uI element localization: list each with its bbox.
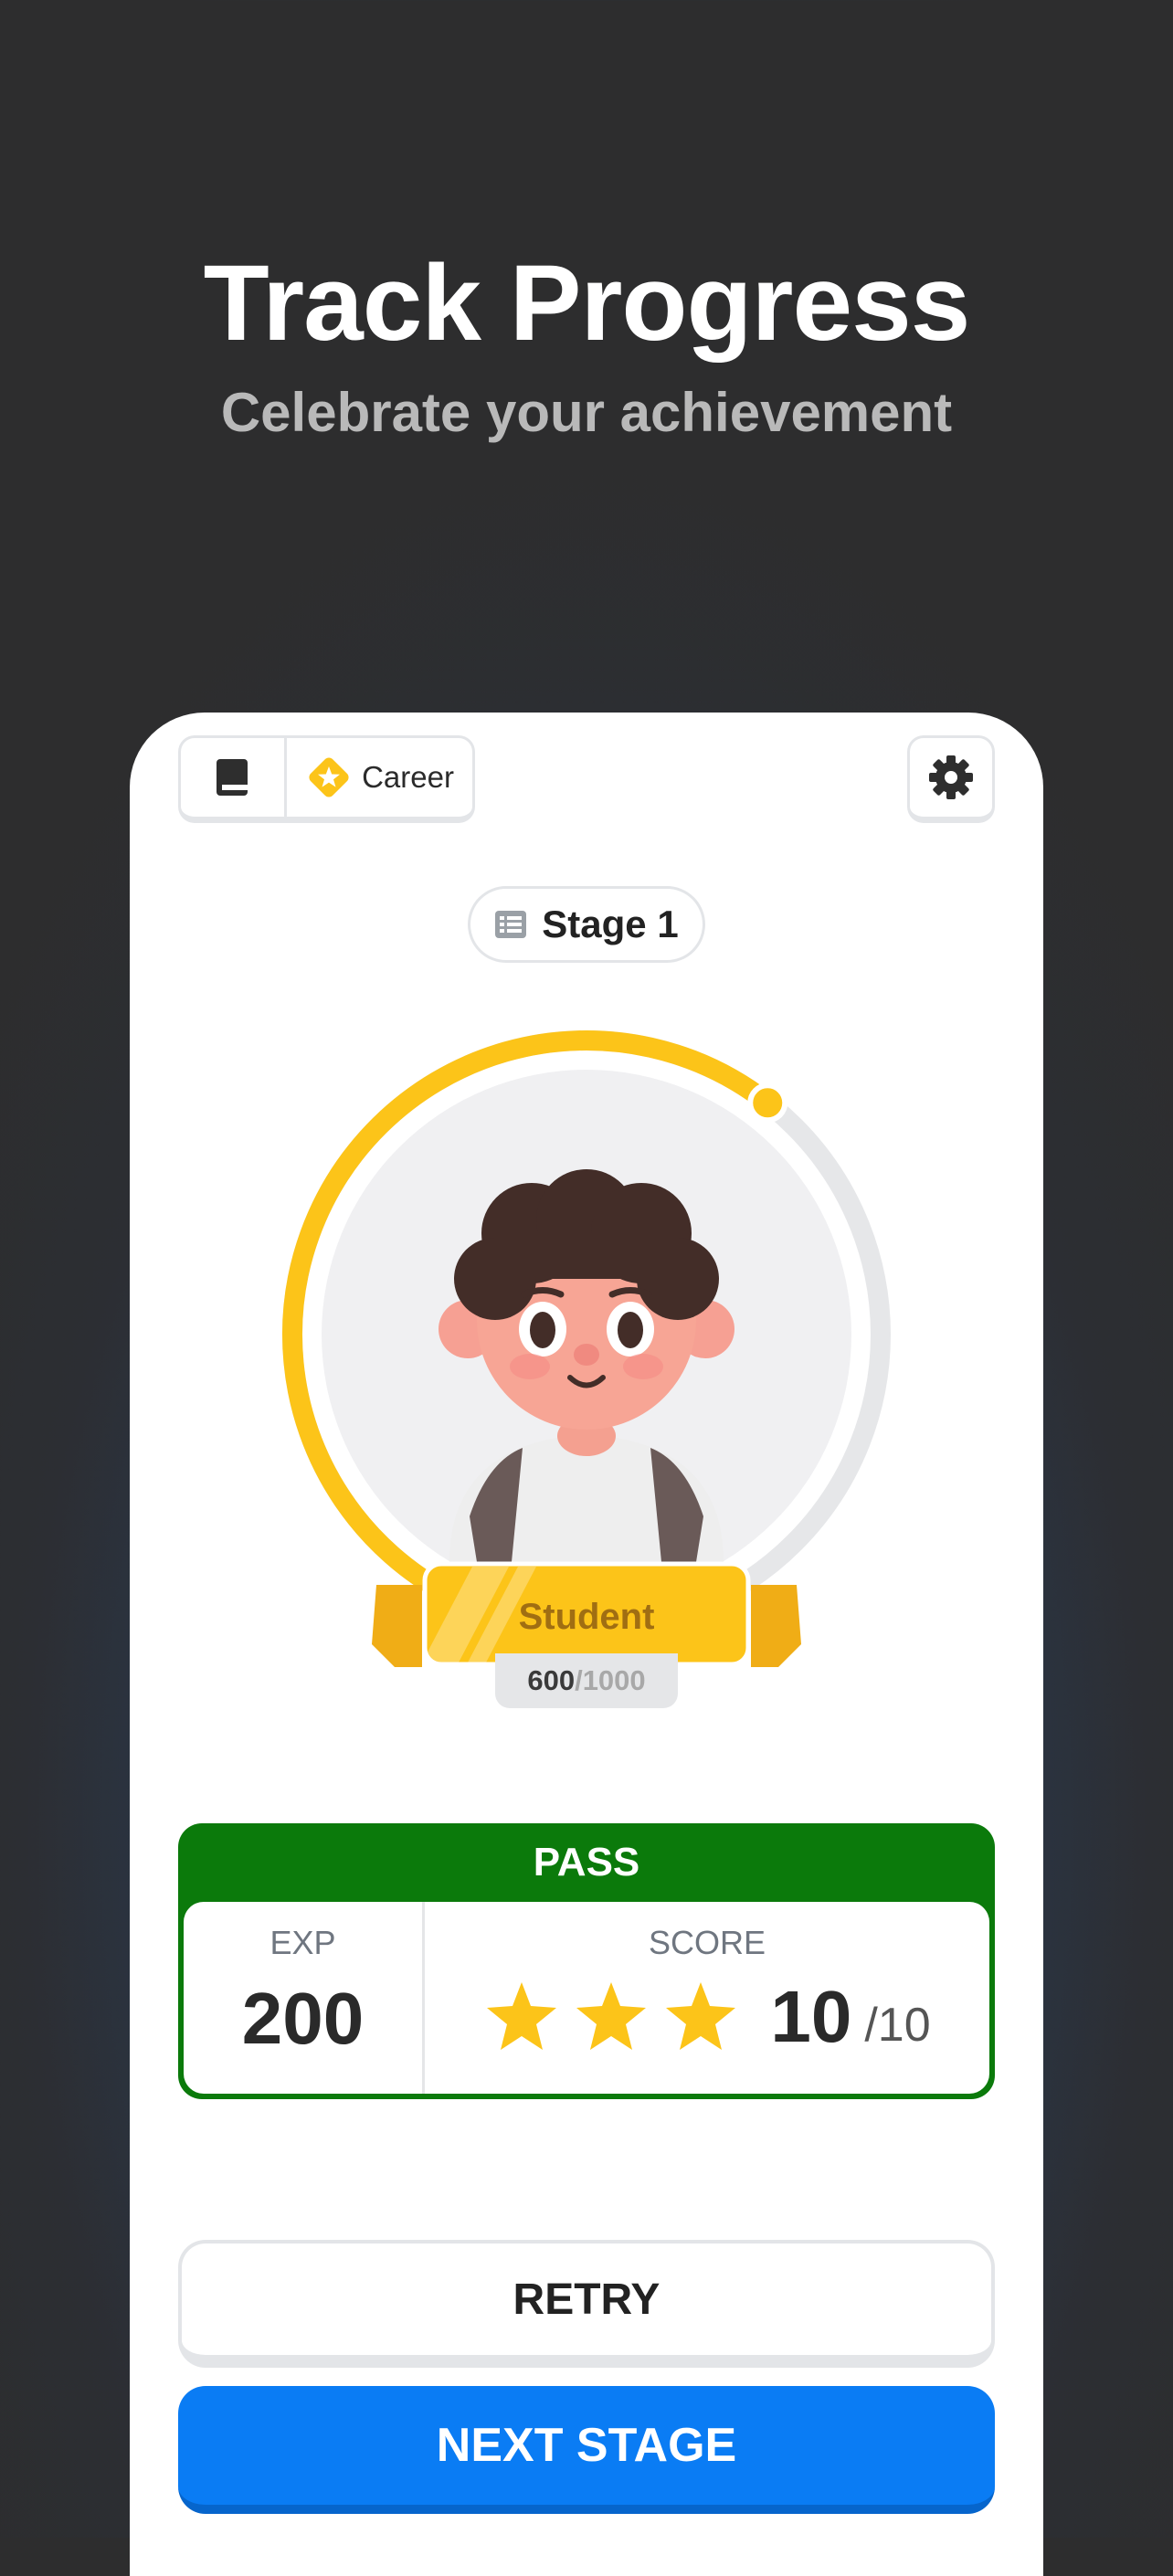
exp-max: /1000	[575, 1664, 646, 1696]
score-value: 10	[770, 1976, 852, 2057]
rank-title: Student	[518, 1596, 655, 1637]
avatar-progress	[282, 1030, 891, 1667]
next-stage-button[interactable]: NEXT STAGE	[178, 2386, 995, 2514]
star-rating	[483, 1980, 739, 2053]
score-label: SCORE	[648, 1924, 766, 1961]
result-status: PASS	[533, 1840, 640, 1884]
score-max: /10	[864, 1999, 931, 2052]
star-icon	[666, 1982, 736, 2050]
score-row: 10 /10	[483, 1975, 931, 2059]
exp-progress-label: 600/1000	[495, 1653, 678, 1708]
retry-button[interactable]: RETRY	[178, 2240, 995, 2368]
hero-title: Track Progress	[203, 243, 971, 364]
exp-label: EXP	[269, 1924, 336, 1961]
hero-subtitle: Celebrate your achievement	[220, 382, 953, 443]
progress-ring-knob	[747, 1082, 788, 1124]
exp-value: 200	[241, 1978, 365, 2059]
phone-screen: Career Stage 1 Student 600 /1000 PASS EX…	[130, 713, 1043, 2576]
score-column: SCORE 10 /10	[425, 1902, 989, 2094]
result-card: PASS EXP 200 SCORE 10 /10	[178, 1823, 995, 2099]
exp-column: EXP 200	[184, 1902, 425, 2094]
exp-current: 600	[527, 1664, 576, 1696]
star-icon	[576, 1982, 647, 2050]
result-details: EXP 200 SCORE 10 /10	[184, 1902, 989, 2094]
star-icon	[487, 1982, 557, 2050]
